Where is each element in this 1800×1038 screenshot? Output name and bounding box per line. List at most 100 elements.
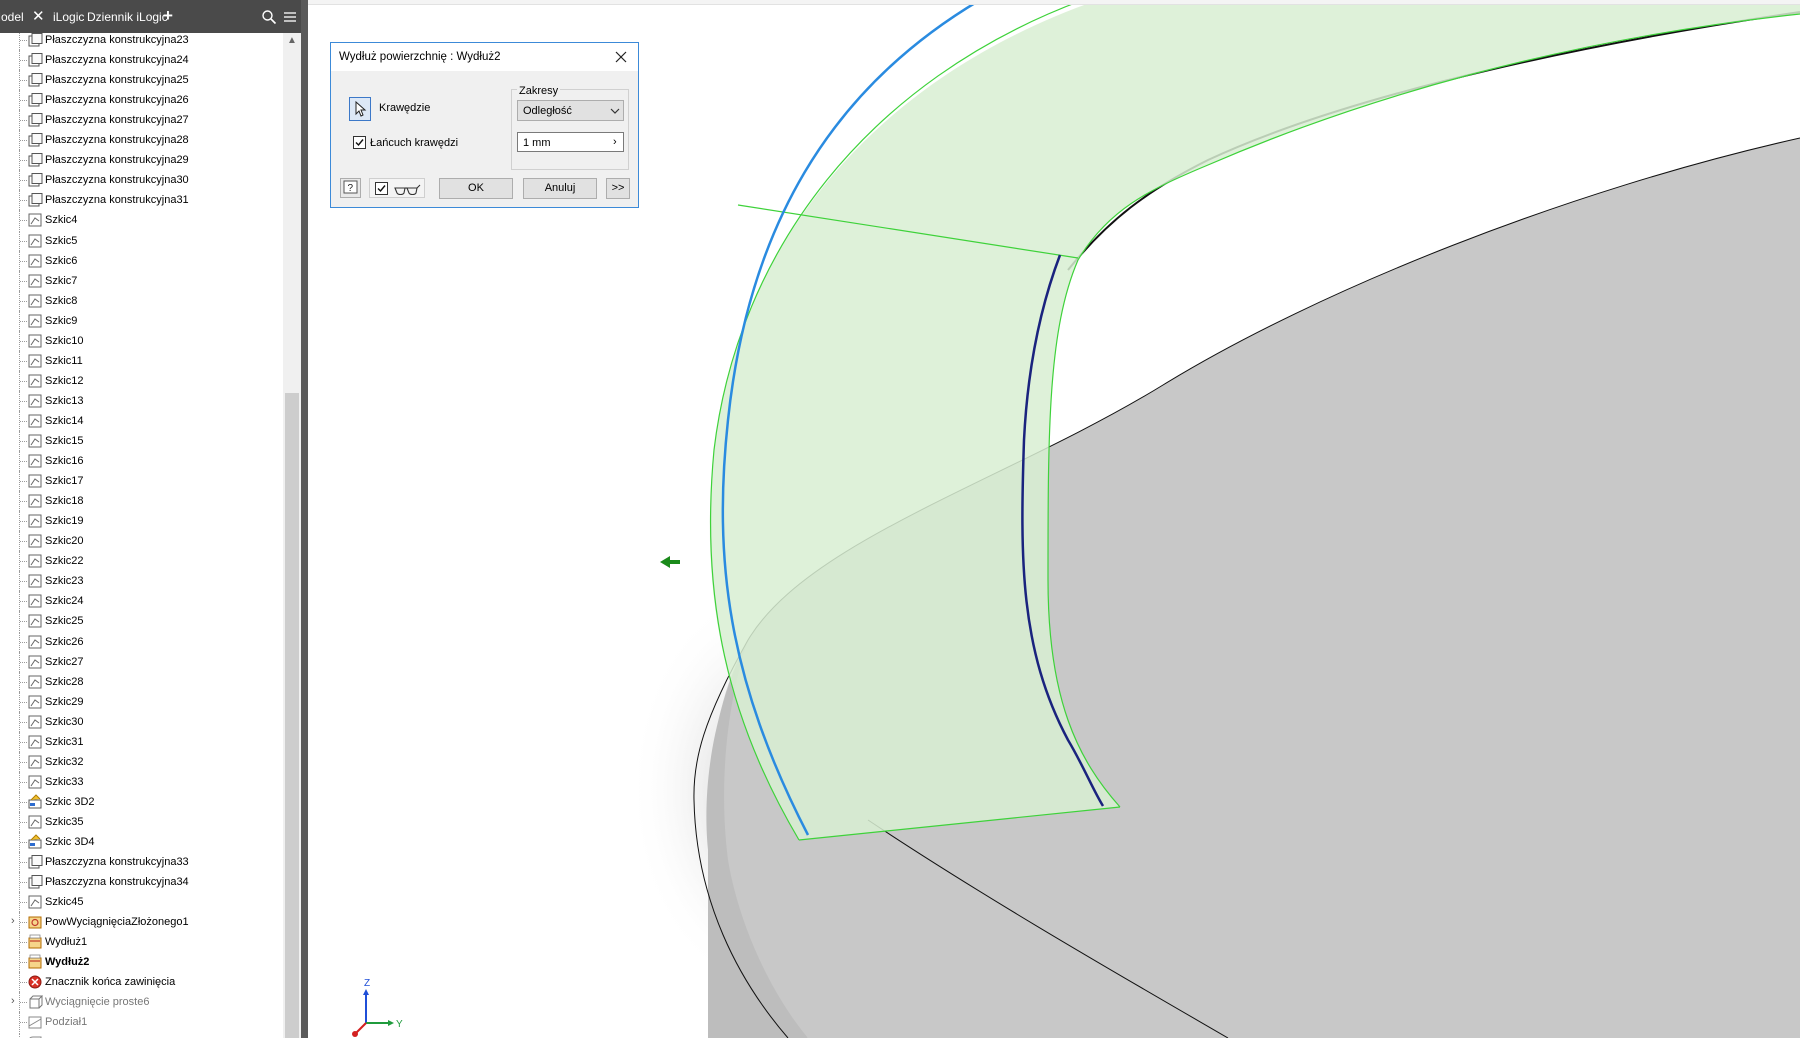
tree-item[interactable]: Szkic24 xyxy=(0,591,283,611)
tree-item[interactable]: Płaszczyzna konstrukcyjna24 xyxy=(0,50,283,70)
tree-item[interactable]: Wydłuż2 xyxy=(0,952,283,972)
chevron-right-icon[interactable]: › xyxy=(613,136,617,148)
extent-type-select[interactable]: Odległość xyxy=(517,100,624,121)
menu-icon[interactable] xyxy=(282,9,298,25)
tree-item[interactable]: Szkic25 xyxy=(0,611,283,631)
tree-item[interactable]: Szkic18 xyxy=(0,491,283,511)
tab-model[interactable]: Model xyxy=(0,10,24,24)
tree-item[interactable]: Szkic16 xyxy=(0,451,283,471)
help-icon: ? xyxy=(343,180,358,194)
graphics-viewport[interactable]: Z Y Wydłuż powierzchnię : Wydłuż2 Krawęd… xyxy=(308,0,1800,1038)
browser-scrollbar[interactable]: ▲ xyxy=(283,33,301,1038)
cancel-button[interactable]: Anuluj xyxy=(523,178,597,199)
tree-item[interactable]: Płaszczyzna konstrukcyjna31 xyxy=(0,190,283,210)
direction-arrow-icon[interactable] xyxy=(660,556,680,568)
glasses-icon[interactable] xyxy=(393,182,421,196)
tree-item[interactable]: Szkic20 xyxy=(0,531,283,551)
chevron-right-icon[interactable]: › xyxy=(11,915,15,927)
tree-item[interactable]: Szkic6 xyxy=(0,251,283,271)
tree-item[interactable]: Szkic7 xyxy=(0,271,283,291)
tree-item-label: Szkic28 xyxy=(45,676,84,688)
tree-item[interactable]: Szkic4 xyxy=(0,210,283,230)
scroll-up-icon[interactable]: ▲ xyxy=(287,35,297,46)
sketch-icon xyxy=(28,334,42,348)
tree-item[interactable]: Szkic26 xyxy=(0,632,283,652)
sketch-icon xyxy=(28,374,42,388)
tree-item-label: Szkic12 xyxy=(45,375,84,387)
viewport-top-strip xyxy=(308,0,1800,5)
tree-item[interactable]: Szkic17 xyxy=(0,471,283,491)
tree-item[interactable]: Zaokrąglenie krawędzi xyxy=(0,1033,283,1038)
tree-item[interactable]: Szkic27 xyxy=(0,652,283,672)
tree-item[interactable]: Szkic28 xyxy=(0,672,283,692)
chain-edges-checkbox[interactable] xyxy=(353,136,366,149)
close-icon[interactable] xyxy=(613,49,629,65)
search-icon[interactable] xyxy=(261,9,277,25)
tree-item[interactable]: Znacznik końca zawinięcia xyxy=(0,972,283,992)
tree-item[interactable]: Szkic9 xyxy=(0,311,283,331)
chevron-right-icon[interactable]: › xyxy=(11,995,15,1007)
tree-line xyxy=(20,822,27,823)
tree-item[interactable]: Szkic19 xyxy=(0,511,283,531)
tree-item-label: Płaszczyzna konstrukcyjna27 xyxy=(45,114,189,126)
tree-item[interactable]: Płaszczyzna konstrukcyjna30 xyxy=(0,170,283,190)
sketch-icon xyxy=(28,735,42,749)
tree-item[interactable]: › PowWyciągnięciaZłożonego1 xyxy=(0,912,283,932)
close-icon[interactable]: ✕ xyxy=(32,7,45,25)
extend-surface-dialog: Wydłuż powierzchnię : Wydłuż2 Krawędzie … xyxy=(330,42,639,208)
tree-item[interactable]: Szkic12 xyxy=(0,371,283,391)
tree-item[interactable]: Płaszczyzna konstrukcyjna25 xyxy=(0,70,283,90)
tree-item[interactable]: Szkic 3D4 xyxy=(0,832,283,852)
tree-line xyxy=(20,902,27,903)
tree-item[interactable]: Szkic8 xyxy=(0,291,283,311)
tree-item[interactable]: Szkic10 xyxy=(0,331,283,351)
tree-item[interactable]: Wydłuż1 xyxy=(0,932,283,952)
dialog-titlebar[interactable]: Wydłuż powierzchnię : Wydłuż2 xyxy=(331,43,638,71)
ok-button[interactable]: OK xyxy=(439,178,513,199)
help-button[interactable]: ? xyxy=(340,178,361,198)
tree-item[interactable]: Szkic11 xyxy=(0,351,283,371)
tree-item[interactable]: Szkic5 xyxy=(0,231,283,251)
tree-item[interactable]: Szkic14 xyxy=(0,411,283,431)
add-tab-button[interactable]: + xyxy=(163,6,173,26)
more-options-button[interactable]: >> xyxy=(606,178,630,199)
tree-line xyxy=(20,682,27,683)
tree-item[interactable]: Szkic29 xyxy=(0,692,283,712)
tree-item[interactable]: Płaszczyzna konstrukcyjna23 xyxy=(0,33,283,50)
preview-checkbox[interactable] xyxy=(375,182,388,195)
tab-ilogic-journal[interactable]: Dziennik iLogic xyxy=(87,10,168,24)
tree-item-label: Szkic9 xyxy=(45,315,78,327)
tree-line xyxy=(20,702,27,703)
tree-line xyxy=(20,762,27,763)
tree-line xyxy=(20,742,27,743)
tree-item[interactable]: Szkic30 xyxy=(0,712,283,732)
distance-input[interactable]: 1 mm › xyxy=(517,132,624,152)
tree-item[interactable]: Szkic35 xyxy=(0,812,283,832)
tree-item[interactable]: Szkic22 xyxy=(0,551,283,571)
tree-item[interactable]: Płaszczyzna konstrukcyjna34 xyxy=(0,872,283,892)
tree-item[interactable]: Płaszczyzna konstrukcyjna29 xyxy=(0,150,283,170)
tree-item[interactable]: Szkic45 xyxy=(0,892,283,912)
panel-splitter[interactable] xyxy=(301,0,308,1038)
tab-ilogic[interactable]: iLogic xyxy=(53,10,84,24)
tree-item[interactable]: Szkic 3D2 xyxy=(0,792,283,812)
tree-item[interactable]: Podział1 xyxy=(0,1012,283,1032)
extend-surface-icon xyxy=(28,954,42,969)
tree-item[interactable]: Szkic23 xyxy=(0,571,283,591)
tree-item[interactable]: Płaszczyzna konstrukcyjna28 xyxy=(0,130,283,150)
tree-item-label: Szkic6 xyxy=(45,255,78,267)
tree-item[interactable]: Płaszczyzna konstrukcyjna27 xyxy=(0,110,283,130)
edges-select-button[interactable] xyxy=(349,97,371,121)
tree-item[interactable]: Płaszczyzna konstrukcyjna33 xyxy=(0,852,283,872)
scrollbar-thumb[interactable] xyxy=(285,393,299,1038)
tree-item[interactable]: Szkic32 xyxy=(0,752,283,772)
tree-item[interactable]: › Wyciągnięcie proste6 xyxy=(0,992,283,1012)
tree-item[interactable]: Szkic13 xyxy=(0,391,283,411)
tree-line xyxy=(20,40,27,41)
view-triad[interactable]: Z Y xyxy=(336,975,406,1038)
tree-item[interactable]: Szkic33 xyxy=(0,772,283,792)
tree-item[interactable]: Szkic15 xyxy=(0,431,283,451)
tree-item[interactable]: Płaszczyzna konstrukcyjna26 xyxy=(0,90,283,110)
tree-line xyxy=(20,120,27,121)
tree-item[interactable]: Szkic31 xyxy=(0,732,283,752)
